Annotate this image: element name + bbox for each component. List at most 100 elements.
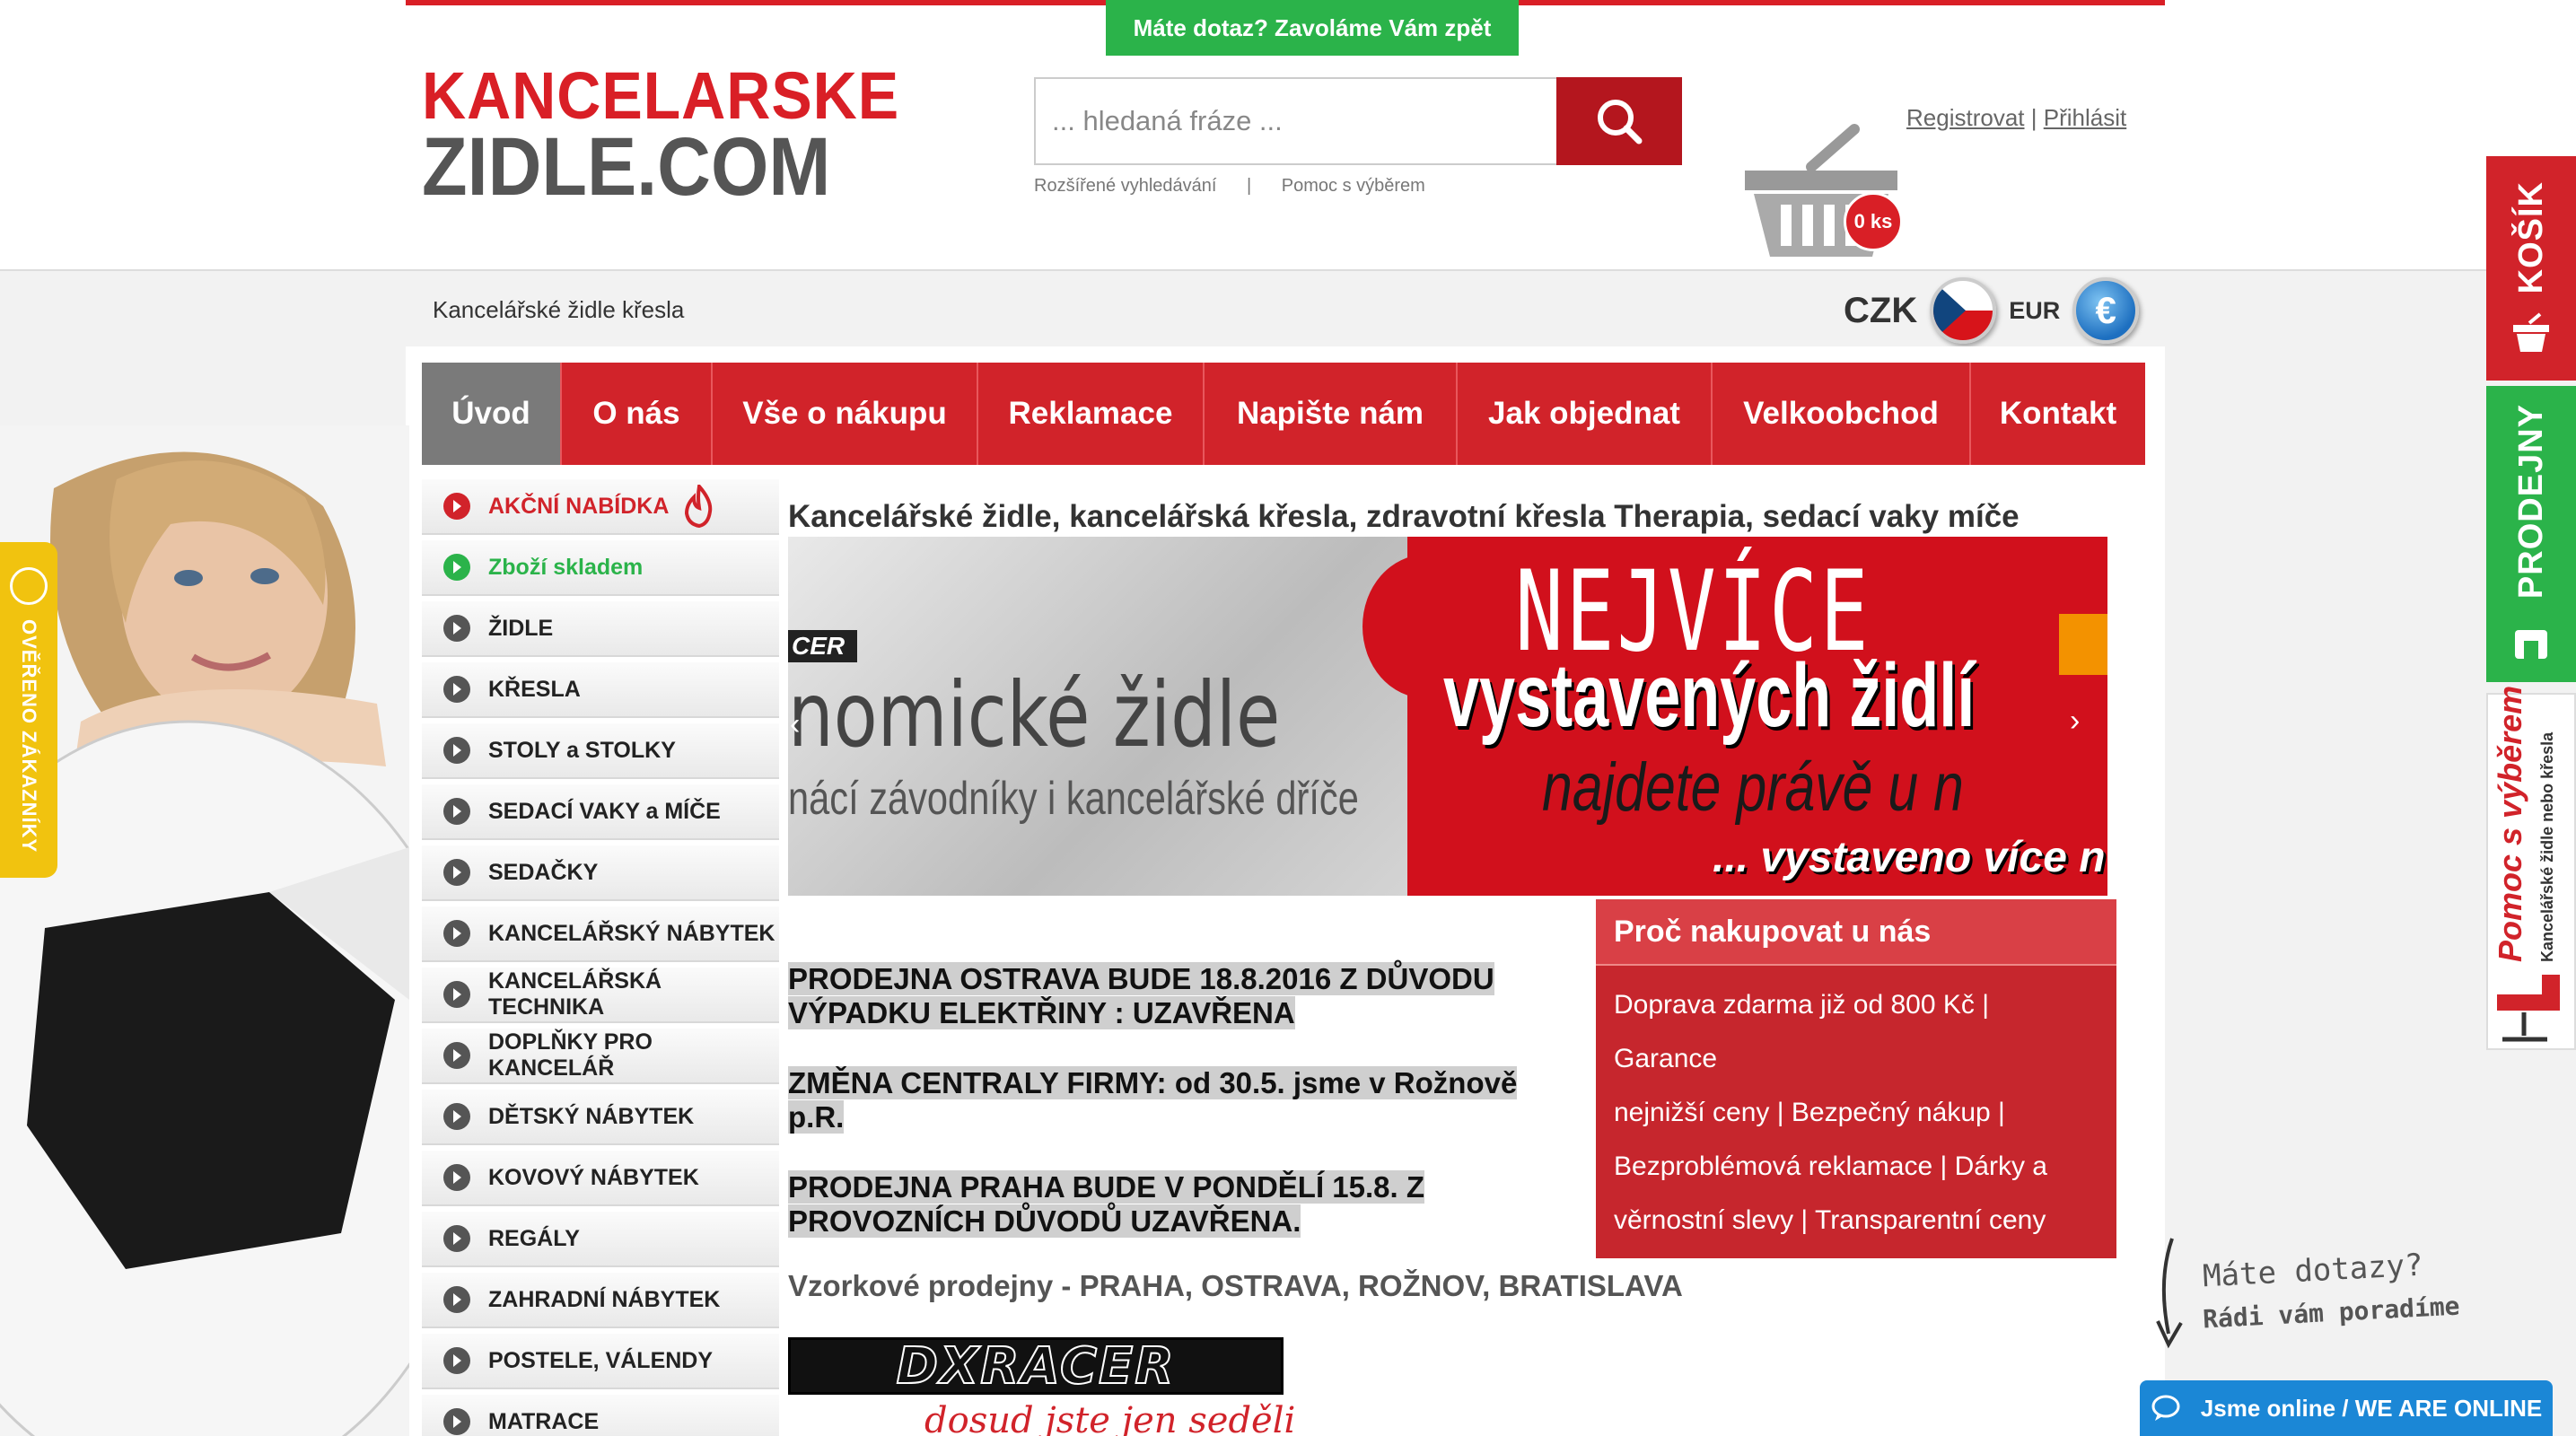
side-tab-help-label: Pomoc s výběrem [2492, 685, 2528, 962]
live-chat-button[interactable]: Jsme online / WE ARE ONLINE [2140, 1380, 2553, 1436]
banner-brand-label: CER [788, 630, 858, 662]
why-shop-heading: Proč nakupovat u nás [1596, 899, 2116, 966]
sidebar-item-label: Zboží skladem [488, 554, 644, 580]
dxracer-logo[interactable]: DXRACER [788, 1336, 1284, 1397]
side-tab-cart[interactable]: KOŠÍK [2486, 156, 2576, 381]
dxracer-logo-text: DXRACER [896, 1336, 1176, 1397]
arrow-bullet-icon [443, 1408, 470, 1435]
store-icon [2515, 629, 2547, 659]
promo-banner-slider[interactable]: CER nomické židle nácí závodníky i kance… [788, 537, 2107, 896]
sidebar-item-zidle[interactable]: ŽIDLE [422, 601, 779, 657]
dxracer-tagline: dosud jste jen seděli [924, 1400, 1296, 1436]
sidebar-item-kovovy-nabytek[interactable]: KOVOVÝ NÁBYTEK [422, 1151, 779, 1206]
sidebar-item-zahradni-nabytek[interactable]: ZAHRADNÍ NÁBYTEK [422, 1273, 779, 1328]
nav-kontakt[interactable]: Kontakt [1971, 363, 2145, 465]
cart-icon [2513, 312, 2549, 352]
why-shop-text: Doprava zdarma již od 800 Kč | Garance n… [1614, 990, 2047, 1289]
announcements: PRODEJNA OSTRAVA BUDE 18.8.2016 Z DŮVODU… [788, 962, 1578, 1274]
arrow-bullet-icon [443, 1225, 470, 1252]
sidebar-item-label: POSTELE, VÁLENDY [488, 1347, 714, 1373]
sidebar-item-label: ZAHRADNÍ NÁBYTEK [488, 1286, 721, 1312]
side-tab-help[interactable]: Pomoc s výběrem Kancelářské židle nebo k… [2486, 685, 2576, 1050]
banner-right-sub: najdete právě u n [1542, 749, 1964, 826]
verified-customers-tab[interactable]: OVĚŘENO ZÁKAZNÍKY [0, 542, 57, 878]
banner-left-sub: nácí závodníky i kancelářské dříče [788, 773, 1359, 825]
nav-o-nas[interactable]: O nás [562, 363, 713, 465]
callback-button[interactable]: Máte dotaz? Zavoláme Vám zpět [1106, 0, 1519, 56]
currency-eur-label[interactable]: EUR [2009, 297, 2060, 325]
announcement-item: PRODEJNA PRAHA BUDE V PONDĚLÍ 15.8. Z PR… [788, 1170, 1425, 1238]
side-tab-stores[interactable]: PRODEJNY [2486, 386, 2576, 682]
site-logo[interactable]: KANCELARSKE ZIDLE.COM [422, 63, 960, 213]
sidebar-item-kancelarsky-nabytek[interactable]: KANCELÁŘSKÝ NÁBYTEK [422, 906, 779, 962]
model-photo [0, 425, 409, 1436]
main-nav: Úvod O nás Vše o nákupu Reklamace Napišt… [422, 363, 2145, 465]
subheader-title: Kancelářské židle křesla [433, 296, 685, 323]
nav-vse-o-nakupu[interactable]: Vše o nákupu [713, 363, 978, 465]
sidebar-item-sedaci-vaky[interactable]: SEDACÍ VAKY a MÍČE [422, 784, 779, 840]
banner-left-title: nomické židle [788, 662, 1281, 767]
auth-separator: | [2030, 104, 2037, 131]
arrow-down-icon [2156, 1238, 2183, 1349]
nav-reklamace[interactable]: Reklamace [978, 363, 1205, 465]
cart-count-badge: 0 ks [1844, 192, 1903, 251]
sidebar-item-label: DOPLŇKY PRO KANCELÁŘ [488, 1029, 653, 1081]
sidebar-item-kresla[interactable]: KŘESLA [422, 662, 779, 718]
chair-icon [2497, 975, 2560, 1042]
arrow-bullet-icon [443, 798, 470, 825]
sidebar-item-label: DĚTSKÝ NÁBYTEK [488, 1103, 695, 1129]
sidebar-item-label: KŘESLA [488, 676, 581, 702]
sidebar-item-detsky-nabytek[interactable]: DĚTSKÝ NÁBYTEK [422, 1090, 779, 1145]
search-button[interactable] [1556, 77, 1682, 165]
nav-velkoobchod[interactable]: Velkoobchod [1713, 363, 1971, 465]
register-link[interactable]: Registrovat [1906, 104, 2025, 131]
sidebar-item-label: KANCELÁŘSKÁ TECHNIKA [488, 968, 662, 1020]
arrow-bullet-icon [443, 554, 470, 581]
advanced-search-link[interactable]: Rozšířené vyhledávání [1034, 176, 1216, 196]
sidebar-item-doplnky[interactable]: DOPLŇKY PRO KANCELÁŘ [422, 1029, 779, 1084]
sidebar-item-label: KANCELÁŘSKÝ NÁBYTEK [488, 920, 775, 946]
sidebar-item-label: STOLY a STOLKY [488, 737, 676, 763]
sidebar-item-zbozi-skladem[interactable]: Zboží skladem [422, 540, 779, 596]
search-input[interactable] [1036, 79, 1556, 163]
sidebar-item-label: ŽIDLE [488, 615, 554, 641]
nav-napiste-nam[interactable]: Napište nám [1205, 363, 1458, 465]
arrow-bullet-icon [443, 676, 470, 703]
category-sidebar: AKČNÍ NABÍDKA Zboží skladem ŽIDLE KŘESLA… [422, 479, 779, 1436]
sidebar-item-regaly[interactable]: REGÁLY [422, 1212, 779, 1267]
login-link[interactable]: Přihlásit [2044, 104, 2126, 131]
nav-uvod[interactable]: Úvod [422, 363, 562, 465]
help-note-line1: Máte dotazy? [2202, 1247, 2424, 1295]
arrow-bullet-icon [443, 1347, 470, 1374]
sidebar-item-matrace[interactable]: MATRACE [422, 1395, 779, 1436]
auth-links: Registrovat | Přihlásit [1906, 104, 2126, 132]
showrooms-heading: Vzorkové prodejny - PRAHA, OSTRAVA, ROŽN… [788, 1269, 1683, 1302]
slider-next-icon[interactable]: › [2070, 704, 2080, 739]
announcement-item: PRODEJNA OSTRAVA BUDE 18.8.2016 Z DŮVODU… [788, 962, 1494, 1029]
euro-icon[interactable]: € [2072, 277, 2140, 344]
arrow-bullet-icon [443, 920, 470, 947]
verified-customers-label: OVĚŘENO ZÁKAZNÍKY [18, 618, 40, 854]
currency-switcher: CZK EUR € [1844, 275, 2140, 346]
verified-badge-icon [10, 566, 48, 605]
sidebar-item-akcni-nabidka[interactable]: AKČNÍ NABÍDKA [422, 479, 779, 535]
sidebar-item-stoly[interactable]: STOLY a STOLKY [422, 723, 779, 779]
sidebar-item-label: SEDAČKY [488, 859, 599, 885]
fire-icon [685, 485, 713, 528]
nav-jak-objednat[interactable]: Jak objednat [1458, 363, 1713, 465]
sidebar-item-kancelarska-technika[interactable]: KANCELÁŘSKÁ TECHNIKA [422, 968, 779, 1023]
sidebar-item-label: MATRACE [488, 1408, 600, 1434]
search-box [1034, 77, 1558, 165]
slider-prev-icon[interactable]: ‹ [790, 707, 800, 742]
help-selection-link[interactable]: Pomoc s výběrem [1282, 176, 1425, 196]
sidebar-item-postele[interactable]: POSTELE, VÁLENDY [422, 1334, 779, 1389]
chat-bubble-icon [2151, 1395, 2180, 1421]
banner-slide-left: CER nomické židle nácí závodníky i kance… [788, 537, 1488, 896]
logo-line2: ZIDLE.COM [422, 121, 831, 213]
help-note: Máte dotazy? Rádi vám poradíme [2145, 1235, 2468, 1352]
czech-flag-icon[interactable] [1930, 277, 1997, 344]
arrow-bullet-icon [443, 1286, 470, 1313]
sidebar-item-label: SEDACÍ VAKY a MÍČE [488, 798, 721, 824]
sidebar-item-sedacky[interactable]: SEDAČKY [422, 845, 779, 901]
currency-czk-label[interactable]: CZK [1844, 291, 1917, 331]
